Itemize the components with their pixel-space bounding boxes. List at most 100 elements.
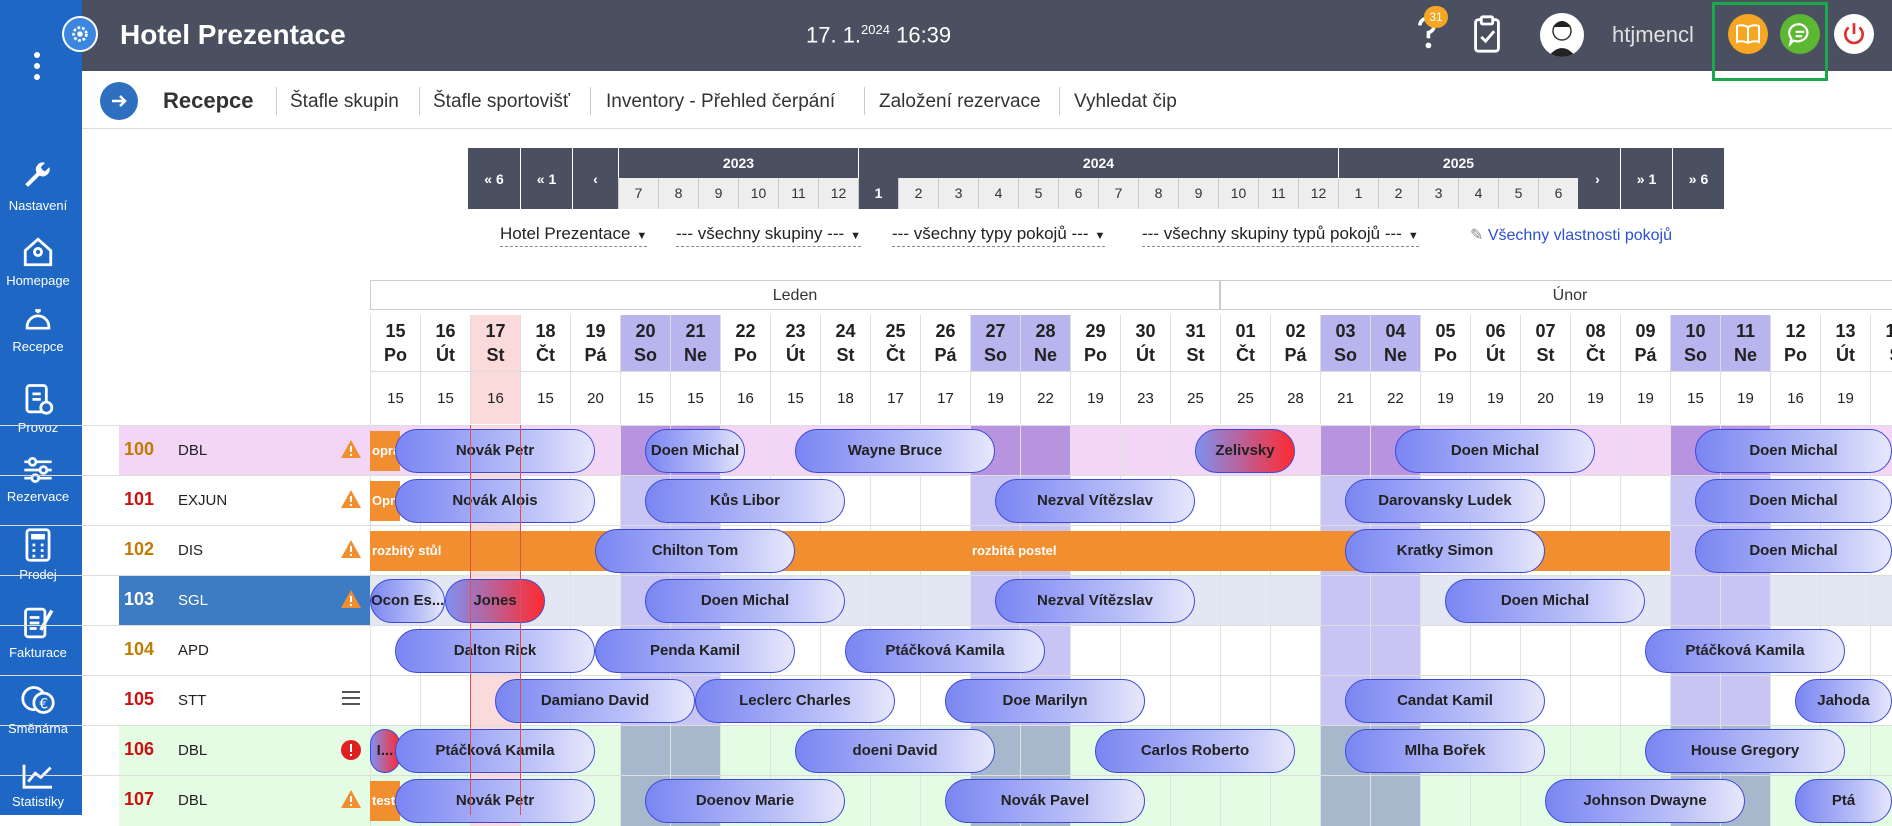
- day-header[interactable]: 11 Ne: [1720, 315, 1770, 371]
- day-header[interactable]: 09 Pá: [1620, 315, 1670, 371]
- day-cell[interactable]: [570, 576, 620, 626]
- day-cell[interactable]: [1720, 676, 1770, 726]
- month-button[interactable]: 9: [698, 178, 738, 209]
- room-label[interactable]: [119, 626, 370, 676]
- day-header[interactable]: 05 Po: [1420, 315, 1470, 371]
- month-button[interactable]: 8: [1138, 178, 1178, 209]
- reservation-bar[interactable]: Jahoda: [1795, 679, 1892, 723]
- settings-gear-icon[interactable]: [62, 16, 98, 52]
- day-cell[interactable]: [1170, 776, 1220, 826]
- day-header[interactable]: 21 Ne: [670, 315, 720, 371]
- reservation-bar[interactable]: Ptáčková Kamila: [395, 729, 595, 773]
- nav-link-inventory[interactable]: Inventory - Přehled čerpání: [606, 91, 835, 113]
- day-cell[interactable]: [1570, 726, 1620, 776]
- day-cell[interactable]: [1320, 426, 1370, 476]
- day-header[interactable]: 03 So: [1320, 315, 1370, 371]
- back-1-month-button[interactable]: « 1: [520, 148, 572, 209]
- month-button[interactable]: 1: [1338, 178, 1378, 209]
- room-label[interactable]: [119, 726, 370, 776]
- day-cell[interactable]: [1320, 776, 1370, 826]
- day-header[interactable]: 23 Út: [770, 315, 820, 371]
- warning-icon[interactable]: [340, 789, 362, 814]
- reservation-bar[interactable]: Darovansky Ludek: [1345, 479, 1545, 523]
- reservation-bar[interactable]: Zelivsky: [1195, 429, 1295, 473]
- day-cell[interactable]: [920, 576, 970, 626]
- day-header[interactable]: 24 St: [820, 315, 870, 371]
- reservation-bar[interactable]: Nezval Vítězslav: [995, 479, 1195, 523]
- day-cell[interactable]: [1620, 676, 1670, 726]
- reservation-bar[interactable]: Damiano David: [495, 679, 695, 723]
- day-cell[interactable]: [1370, 626, 1420, 676]
- day-cell[interactable]: [1570, 676, 1620, 726]
- forward-6-months-button[interactable]: » 6: [1672, 148, 1724, 209]
- day-header[interactable]: 20 So: [620, 315, 670, 371]
- month-button[interactable]: 2: [898, 178, 938, 209]
- room-properties-link[interactable]: ✎ Všechny vlastnosti pokojů: [1470, 225, 1672, 245]
- day-header[interactable]: 13 Út: [1820, 315, 1870, 371]
- reservation-bar[interactable]: Mlha Bořek: [1345, 729, 1545, 773]
- month-button[interactable]: 7: [618, 178, 658, 209]
- reservation-bar[interactable]: Kratky Simon: [1345, 529, 1545, 573]
- sidebar-item-nastaveni[interactable]: Nastavení: [0, 160, 76, 213]
- room-label[interactable]: [119, 676, 370, 726]
- day-cell[interactable]: [1620, 476, 1670, 526]
- reservation-bar[interactable]: Doen Michal: [1445, 579, 1645, 623]
- day-cell[interactable]: [1570, 476, 1620, 526]
- day-cell[interactable]: [1420, 776, 1470, 826]
- month-button[interactable]: 5: [1018, 178, 1058, 209]
- day-cell[interactable]: [720, 726, 770, 776]
- sidebar-item-homepage[interactable]: Homepage: [0, 235, 76, 288]
- day-header[interactable]: 18 Čt: [520, 315, 570, 371]
- day-cell[interactable]: [1170, 626, 1220, 676]
- sidebar-item-recepce[interactable]: Recepce: [0, 305, 76, 354]
- day-cell[interactable]: [1220, 676, 1270, 726]
- day-cell[interactable]: [420, 676, 470, 726]
- day-cell[interactable]: [1270, 676, 1320, 726]
- day-cell[interactable]: [1370, 576, 1420, 626]
- day-header[interactable]: 19 Pá: [570, 315, 620, 371]
- reservation-bar[interactable]: Doen Michal: [1695, 429, 1892, 473]
- chevron-right-icon[interactable]: ›: [1574, 148, 1620, 209]
- warning-icon[interactable]: [340, 539, 362, 564]
- month-button[interactable]: 7: [1098, 178, 1138, 209]
- day-cell[interactable]: [1020, 426, 1070, 476]
- month-button[interactable]: 12: [1298, 178, 1338, 209]
- day-cell[interactable]: [1470, 626, 1520, 676]
- day-cell[interactable]: [1370, 776, 1420, 826]
- reservation-bar[interactable]: Candat Kamil: [1345, 679, 1545, 723]
- reservation-bar[interactable]: Jones: [445, 579, 545, 623]
- day-cell[interactable]: [1220, 576, 1270, 626]
- room-label[interactable]: [119, 476, 370, 526]
- reservation-bar[interactable]: Leclerc Charles: [695, 679, 895, 723]
- day-header[interactable]: 22 Po: [720, 315, 770, 371]
- reservation-bar[interactable]: Novák Alois: [395, 479, 595, 523]
- month-button[interactable]: 3: [1418, 178, 1458, 209]
- reservation-bar[interactable]: Doen Michal: [1695, 479, 1892, 523]
- day-cell[interactable]: [1870, 576, 1892, 626]
- nav-link-zalozeni-rezervace[interactable]: Založení rezervace: [879, 91, 1041, 113]
- day-cell[interactable]: [1220, 476, 1270, 526]
- month-button[interactable]: 5: [1498, 178, 1538, 209]
- month-button[interactable]: 4: [978, 178, 1018, 209]
- reservation-bar[interactable]: Doenov Marie: [645, 779, 845, 823]
- day-header[interactable]: 26 Pá: [920, 315, 970, 371]
- reservation-bar[interactable]: Ptá: [1795, 779, 1892, 823]
- month-button[interactable]: 12: [818, 178, 858, 209]
- warning-icon[interactable]: [340, 439, 362, 464]
- reservation-bar[interactable]: Ocon Es...: [370, 579, 445, 623]
- month-button[interactable]: 2: [1378, 178, 1418, 209]
- day-cell[interactable]: [1070, 426, 1120, 476]
- month-button[interactable]: 8: [658, 178, 698, 209]
- reservation-bar[interactable]: Novák Petr: [395, 429, 595, 473]
- day-cell[interactable]: [1670, 576, 1720, 626]
- day-cell[interactable]: [1520, 626, 1570, 676]
- back-6-months-button[interactable]: « 6: [468, 148, 520, 209]
- day-cell[interactable]: [1220, 626, 1270, 676]
- month-button[interactable]: 11: [1258, 178, 1298, 209]
- month-button[interactable]: 6: [1058, 178, 1098, 209]
- day-header[interactable]: 01 Čt: [1220, 315, 1270, 371]
- day-cell[interactable]: [1120, 426, 1170, 476]
- month-button[interactable]: 9: [1178, 178, 1218, 209]
- hotel-select[interactable]: Hotel Prezentace ▼: [500, 224, 648, 247]
- month-button[interactable]: 10: [738, 178, 778, 209]
